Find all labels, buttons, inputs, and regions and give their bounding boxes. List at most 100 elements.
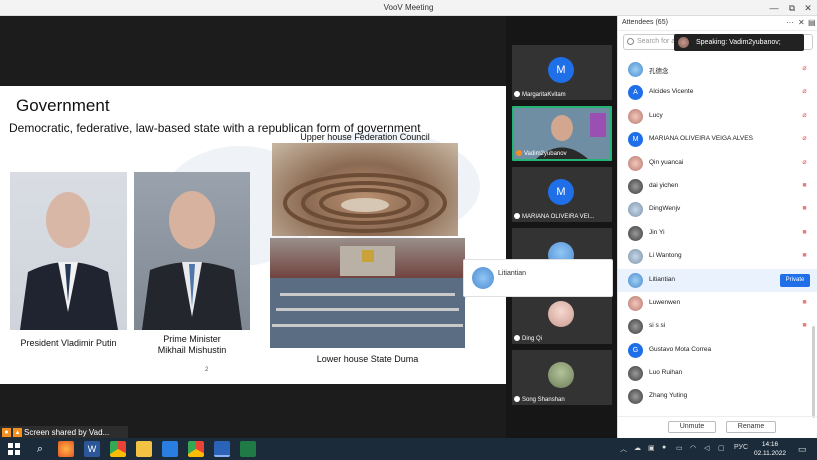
- attendee-name: si s si: [649, 322, 666, 330]
- word-icon[interactable]: W: [84, 441, 100, 457]
- attendee-name: Alcides Vicente: [649, 88, 694, 96]
- upper-house-caption: Upper house Federation Council: [300, 132, 430, 142]
- lower-house-caption: Lower house State Duma: [316, 354, 419, 364]
- clock-time: 14:16: [761, 441, 779, 448]
- attendee-name: Litiantian: [649, 275, 676, 283]
- mic-off-icon: ⌀: [802, 111, 807, 119]
- list-item[interactable]: Qin yuancai ⌀: [618, 152, 817, 175]
- video-tile[interactable]: M MARIANA OLIVEIRA VEI...: [512, 167, 612, 222]
- avatar: [628, 202, 643, 218]
- panel-layout-icon[interactable]: ▤: [808, 18, 816, 27]
- mic-icon: [514, 335, 520, 341]
- mic-icon: [516, 150, 522, 156]
- pm-caption-line1: Prime Minister: [163, 334, 221, 344]
- hover-user-name: Litiantian: [498, 270, 527, 277]
- attendee-name: Gustavo Mota Correa: [649, 345, 712, 353]
- language-indicator[interactable]: РУС: [734, 444, 748, 451]
- video-tiles-column: M MargaritaKvitam Vadim2yubanov M MARIAN…: [506, 16, 617, 438]
- tile-name: MARIANA OLIVEIRA VEI...: [522, 214, 595, 220]
- list-item[interactable]: Jin Yi ■: [618, 222, 817, 245]
- mic-off-icon: ⌀: [802, 65, 807, 72]
- close-button[interactable]: ✕: [800, 2, 816, 14]
- list-item[interactable]: DingWenjv ■: [618, 198, 817, 221]
- close-panel-icon[interactable]: ✕: [798, 18, 805, 27]
- display-icon[interactable]: ▢: [718, 444, 725, 452]
- avatar: [628, 249, 643, 265]
- attendee-name: Jin Yi: [649, 228, 665, 236]
- camera-off-icon: ■: [802, 205, 807, 213]
- window-title: VooV Meeting: [383, 3, 434, 12]
- list-item[interactable]: Luo Ruihan: [618, 362, 817, 385]
- attendee-name: 孔德念: [649, 68, 669, 75]
- scrollbar[interactable]: [812, 326, 815, 418]
- wifi-icon[interactable]: ◠: [690, 444, 696, 452]
- list-item[interactable]: dai yichen ■: [618, 175, 817, 198]
- mic-icon: [514, 213, 520, 219]
- search-icon[interactable]: ⌕: [32, 441, 48, 457]
- attendee-name: Zhang Yuting: [649, 392, 688, 400]
- hover-user-card[interactable]: Litiantian: [463, 259, 613, 297]
- list-item[interactable]: A Alcides Vicente ⌀: [618, 81, 817, 104]
- list-item[interactable]: 孔德念 ⌀: [618, 58, 817, 81]
- chrome-icon[interactable]: [188, 441, 204, 457]
- unmute-button[interactable]: Unmute: [668, 421, 716, 433]
- attendee-name: dai yichen: [649, 181, 679, 189]
- battery-icon[interactable]: ▭: [676, 444, 683, 452]
- avatar: [628, 225, 643, 241]
- list-item[interactable]: si s si ■: [618, 315, 817, 338]
- list-item[interactable]: Lucy ⌀: [618, 105, 817, 128]
- tray-chevron-icon[interactable]: ︿: [620, 444, 627, 454]
- tray-app-icon[interactable]: ▣: [648, 444, 655, 452]
- avatar: A: [628, 85, 643, 101]
- list-item[interactable]: Luwenwen ■: [618, 292, 817, 315]
- person-icon: ●: [2, 428, 11, 438]
- avatar: M: [628, 132, 643, 148]
- attendees-panel: Attendees (65) ··· ✕ ▤ Search for a Spea…: [617, 16, 817, 438]
- file-explorer-icon[interactable]: [136, 441, 152, 457]
- system-clock[interactable]: 14:16 02.11.2022: [752, 440, 788, 458]
- more-options-icon[interactable]: ···: [786, 18, 794, 27]
- attendee-name: Qin yuancai: [649, 158, 684, 166]
- list-item[interactable]: Li Wantong ■: [618, 245, 817, 268]
- avatar: [628, 62, 643, 77]
- mic-icon: [514, 91, 520, 97]
- windows-taskbar: ⌕ W ︿ ☁ ▣ ● ▭ ◠ ◁ ▢ РУС 14:16 02.11.2022…: [0, 438, 817, 460]
- video-tile[interactable]: Song Shanshan: [512, 350, 612, 405]
- excel-icon[interactable]: [240, 441, 256, 457]
- search-icon: [627, 38, 634, 45]
- clock-date: 02.11.2022: [753, 450, 787, 457]
- avatar: M: [548, 179, 574, 205]
- avatar: [472, 267, 494, 289]
- app-icon[interactable]: [162, 441, 178, 457]
- network-icon[interactable]: ☁: [634, 444, 641, 452]
- voov-meeting-icon[interactable]: [214, 441, 230, 457]
- list-item[interactable]: Zhang Yuting: [618, 385, 817, 408]
- pm-caption-line2: Mikhail Mishustin: [157, 345, 227, 355]
- rename-button[interactable]: Rename: [726, 421, 776, 433]
- firefox-icon[interactable]: [58, 441, 74, 457]
- camera-off-icon: ■: [802, 298, 807, 306]
- avatar: [548, 301, 574, 327]
- attendee-list: 孔德念 ⌀ A Alcides Vicente ⌀ Lucy ⌀ M MARIANA OL…: [618, 58, 817, 409]
- mic-tray-icon[interactable]: ●: [662, 444, 666, 451]
- speaking-text: Speaking: Vadim2yubanov;: [696, 39, 781, 46]
- notifications-icon[interactable]: ▭: [798, 444, 807, 455]
- list-item[interactable]: G Gustavo Mota Correa: [618, 339, 817, 362]
- list-item-selected[interactable]: Litiantian Private: [618, 268, 817, 292]
- arrow-icon: ▴: [13, 428, 22, 438]
- volume-icon[interactable]: ◁: [704, 444, 709, 452]
- attendee-name: DingWenjv: [649, 205, 681, 213]
- video-tile[interactable]: M MargaritaKvitam: [512, 45, 612, 100]
- video-tile-active-speaker[interactable]: Vadim2yubanov: [512, 106, 612, 161]
- minimize-button[interactable]: —: [766, 2, 782, 14]
- chrome-icon[interactable]: [110, 441, 126, 457]
- avatar: [548, 362, 574, 388]
- avatar: [628, 178, 643, 194]
- video-tile[interactable]: Ding Qi: [512, 289, 612, 344]
- panel-header: Attendees (65) ··· ✕ ▤: [618, 16, 817, 31]
- putin-photo: [10, 172, 127, 330]
- start-button[interactable]: [6, 441, 22, 457]
- list-item[interactable]: M MARIANA OLIVEIRA VEIGA ALVES ⌀: [618, 128, 817, 151]
- maximize-button[interactable]: ⧉: [784, 2, 800, 14]
- private-chat-button[interactable]: Private: [780, 273, 810, 287]
